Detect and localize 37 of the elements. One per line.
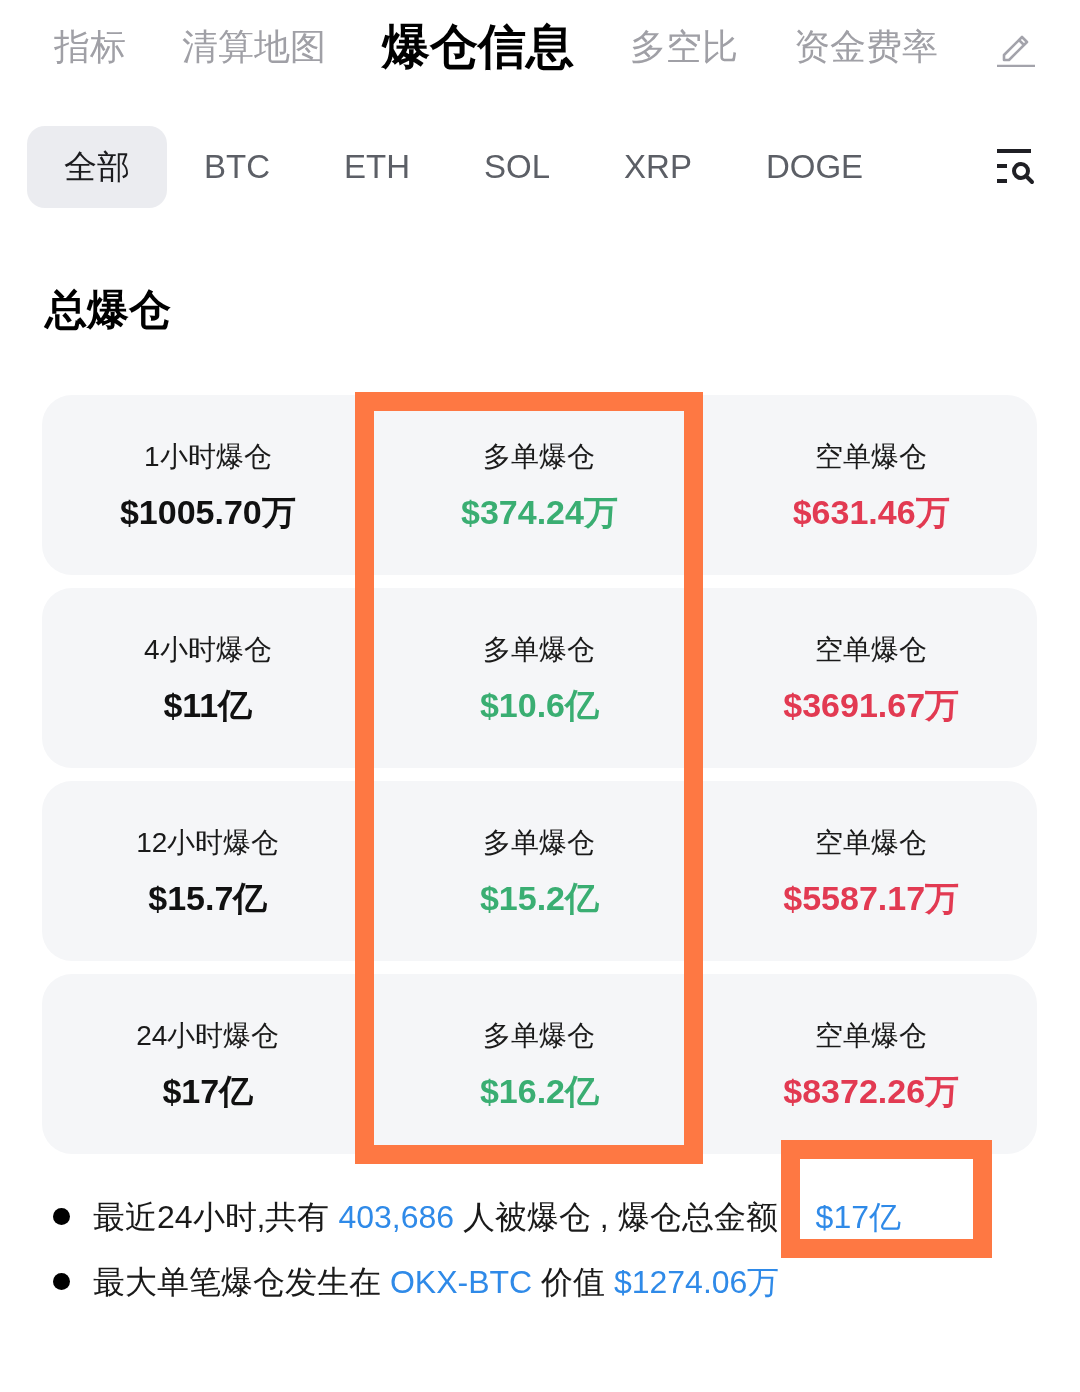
stat-value: $631.46万 xyxy=(792,492,950,533)
stat-value: $10.6亿 xyxy=(479,685,600,726)
coin-tab[interactable]: XRP xyxy=(587,126,729,208)
stat-value: $1005.70万 xyxy=(119,492,296,533)
note-text: 最大单笔爆仓发生在 OKX-BTC 价值 $1274.06万 xyxy=(93,1262,780,1302)
stat-value: $3691.67万 xyxy=(783,685,960,726)
stat-value: $15.2亿 xyxy=(479,878,600,919)
stat-label: 多单爆仓 xyxy=(483,1019,596,1053)
stat-label: 空单爆仓 xyxy=(815,440,928,474)
stat-label: 多单爆仓 xyxy=(483,826,596,860)
stat-value: $8372.26万 xyxy=(783,1071,960,1112)
coin-tab[interactable]: BTC xyxy=(167,126,307,208)
stat-label: 多单爆仓 xyxy=(483,633,596,667)
stat-label: 4小时爆仓 xyxy=(144,633,272,667)
stat-label: 1小时爆仓 xyxy=(144,440,272,474)
stat-value: $16.2亿 xyxy=(479,1071,600,1112)
stat-value: $5587.17万 xyxy=(783,878,960,919)
stat-label: 空单爆仓 xyxy=(815,1019,928,1053)
stat-value: $17亿 xyxy=(162,1071,254,1112)
coin-tab[interactable]: DOGE xyxy=(728,126,901,208)
stat-label: 空单爆仓 xyxy=(815,826,928,860)
stat-value: $11亿 xyxy=(163,685,253,726)
bullet-icon xyxy=(53,1273,70,1290)
stat-value: $374.24万 xyxy=(461,492,618,533)
coin-tab[interactable]: ETH xyxy=(307,126,447,208)
note-text: 最近24小时,共有 403,686 人被爆仓 , 爆仓总金额 $17亿 xyxy=(93,1197,901,1237)
stat-label: 12小时爆仓 xyxy=(136,826,280,860)
stat-label: 多单爆仓 xyxy=(483,440,596,474)
list-search-icon[interactable] xyxy=(997,149,1035,185)
stat-label: 24小时爆仓 xyxy=(136,1019,280,1053)
bullet-icon xyxy=(53,1208,70,1225)
stat-value: $15.7亿 xyxy=(148,878,268,919)
section-tab[interactable]: 爆仓信息 xyxy=(382,17,574,77)
section-title: 总爆仓 xyxy=(45,285,171,335)
coin-tab[interactable]: SOL xyxy=(447,126,588,208)
coin-tab[interactable]: 全部 xyxy=(27,126,167,208)
stat-label: 空单爆仓 xyxy=(815,633,928,667)
